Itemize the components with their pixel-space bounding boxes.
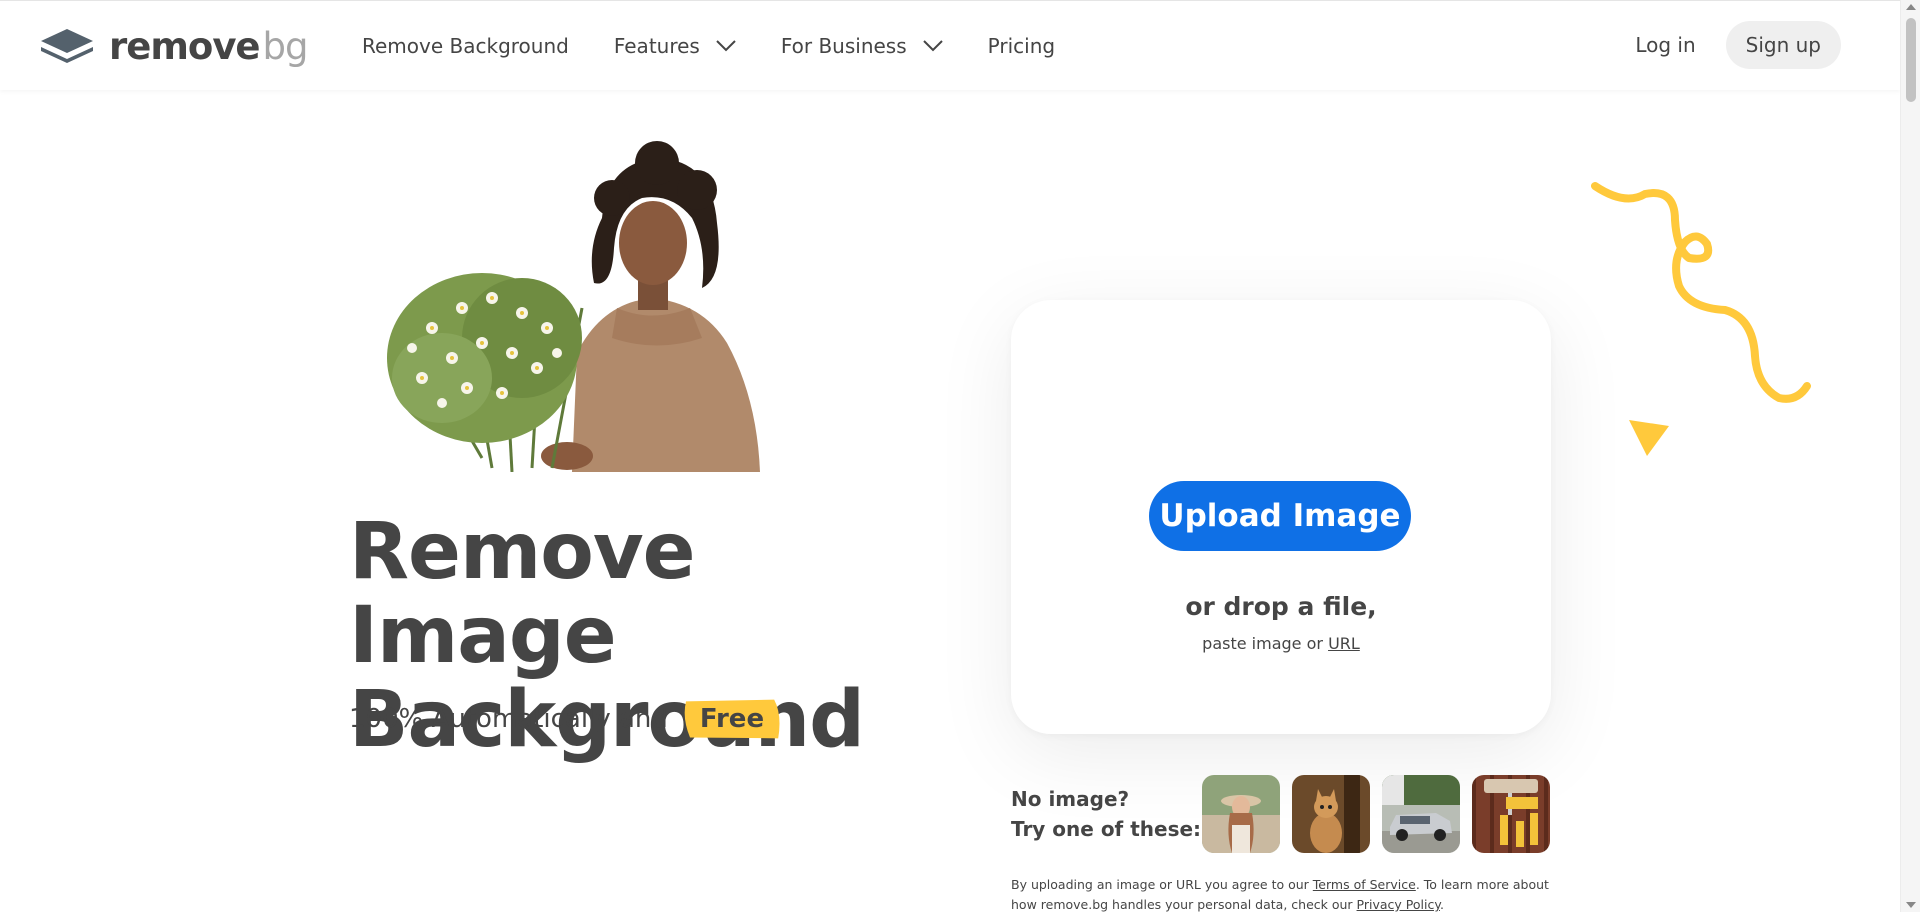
hero-subtitle: 100% Automatically and Free (349, 698, 782, 740)
sample-car[interactable] (1382, 775, 1460, 853)
sample-prompt-line1: No image? (1011, 787, 1130, 811)
upload-dropzone[interactable]: Upload Image or drop a file, paste image… (1011, 300, 1551, 734)
nav-label: Pricing (987, 34, 1056, 58)
chevron-down-icon (922, 40, 943, 52)
login-link[interactable]: Log in (1635, 33, 1695, 57)
nav-features[interactable]: Features (614, 29, 736, 63)
nav-remove-background[interactable]: Remove Background (362, 29, 569, 63)
legal-text: By uploading an image or URL you agree t… (1011, 877, 1309, 892)
sample-prompt-line2: Try one of these: (1011, 817, 1202, 841)
main-nav: Remove Background Features For Business … (362, 29, 1100, 63)
upload-image-button[interactable]: Upload Image (1149, 481, 1411, 551)
scroll-thumb[interactable] (1906, 18, 1916, 102)
legal-text: . (1439, 897, 1444, 912)
url-link[interactable]: URL (1328, 634, 1360, 653)
paste-instruction: paste image or URL (1011, 634, 1551, 653)
drop-file-text: or drop a file, (1185, 592, 1377, 621)
title-line-1: Remove Image (349, 507, 696, 681)
decorative-triangle-icon (1629, 420, 1669, 456)
sample-woman-hat[interactable] (1202, 775, 1280, 853)
nav-pricing[interactable]: Pricing (988, 29, 1055, 63)
chevron-down-icon (716, 40, 736, 52)
scroll-down-arrow-icon[interactable] (1906, 902, 1916, 908)
logo-text: removebg (109, 24, 309, 68)
auth-actions: Log in Sign up (1635, 21, 1841, 69)
hero-woman-with-flowers-image (387, 141, 760, 472)
privacy-policy-link[interactable]: Privacy Policy (1357, 897, 1440, 912)
free-badge: Free (682, 698, 782, 740)
subtitle-text: 100% Automatically and (349, 704, 668, 734)
decorative-squiggle-icon (1591, 182, 1811, 403)
signup-button[interactable]: Sign up (1725, 21, 1841, 69)
nav-for-business[interactable]: For Business (781, 29, 943, 63)
badge-label: Free (699, 704, 765, 734)
sample-images (1202, 775, 1562, 853)
nav-label: For Business (780, 34, 907, 58)
terms-of-service-link[interactable]: Terms of Service (1313, 877, 1416, 892)
paint-roller-photo-icon (1472, 775, 1550, 853)
logo-icon (41, 29, 93, 63)
removebg-logo[interactable]: removebg (39, 24, 309, 68)
cat-photo-icon (1292, 775, 1370, 853)
sample-prompt: No image? Try one of these: (1011, 784, 1201, 844)
paste-prefix: paste image or (1202, 634, 1323, 653)
top-navbar: removebg Remove Background Features For … (0, 0, 1900, 90)
sample-cat[interactable] (1292, 775, 1370, 853)
scroll-up-arrow-icon[interactable] (1906, 4, 1916, 10)
woman-hat-photo-icon (1202, 775, 1280, 853)
page-scrollbar[interactable] (1900, 0, 1920, 912)
sample-paint-roller[interactable] (1472, 775, 1550, 853)
nav-label: Features (613, 34, 700, 58)
nav-label: Remove Background (362, 34, 569, 58)
legal-notice: By uploading an image or URL you agree t… (1011, 875, 1571, 912)
car-photo-icon (1382, 775, 1460, 853)
